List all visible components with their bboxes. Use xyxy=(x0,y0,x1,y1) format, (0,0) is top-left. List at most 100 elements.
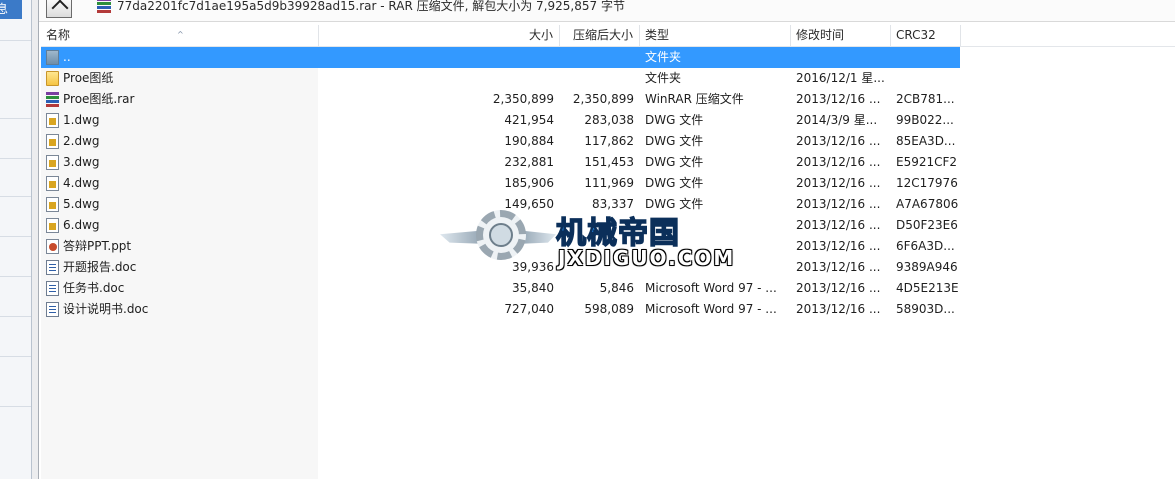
folder-icon xyxy=(46,71,59,86)
watermark-logo: 机械帝国 JXDIGUO.COM xyxy=(440,206,740,272)
file-modified: 2014/3/9 星... xyxy=(796,113,878,127)
file-modified: 2013/12/16 ... xyxy=(796,197,881,211)
file-name: 2.dwg xyxy=(63,134,100,148)
doc-file-icon xyxy=(46,260,59,275)
file-type: DWG 文件 xyxy=(645,155,704,169)
file-crc32 xyxy=(896,47,960,68)
column-crc32[interactable]: CRC32 xyxy=(891,25,961,46)
file-crc32: 2CB781... xyxy=(896,92,955,106)
file-name: 1.dwg xyxy=(63,113,100,127)
column-name-label: 名称 xyxy=(46,28,71,42)
file-modified: 2013/12/16 ... xyxy=(796,239,881,253)
file-name: 开题报告.doc xyxy=(63,260,137,274)
file-name: 6.dwg xyxy=(63,218,100,232)
divider xyxy=(0,158,31,159)
divider xyxy=(0,40,31,41)
left-tree-panel[interactable]: 息 xyxy=(0,0,32,479)
file-size: 727,040 xyxy=(504,302,554,316)
file-type: DWG 文件 xyxy=(645,134,704,148)
file-row[interactable]: .. 文件夹 xyxy=(41,47,960,68)
dwg-file-icon xyxy=(46,113,59,128)
file-row[interactable]: Proe图纸 文件夹 2016/12/1 星... xyxy=(41,68,960,89)
file-crc32 xyxy=(896,68,960,89)
dwg-file-icon xyxy=(46,134,59,149)
watermark-en-text: JXDIGUO.COM xyxy=(558,246,736,270)
file-crc32: 58903D... xyxy=(896,302,955,316)
file-name: 任务书.doc xyxy=(63,281,125,295)
doc-file-icon xyxy=(46,302,59,317)
file-name: Proe图纸 xyxy=(63,71,114,85)
file-modified: 2013/12/16 ... xyxy=(796,302,881,316)
divider xyxy=(0,118,31,119)
file-crc32: E5921CF2 xyxy=(896,155,958,169)
divider xyxy=(0,406,31,407)
doc-file-icon xyxy=(46,281,59,296)
file-name: 5.dwg xyxy=(63,197,100,211)
file-row[interactable]: 任务书.doc 35,840 5,846 Microsoft Word 97 - ..… xyxy=(41,278,960,299)
pane-splitter[interactable] xyxy=(32,0,39,479)
file-name: 4.dwg xyxy=(63,176,100,190)
file-type: Microsoft Word 97 - ... xyxy=(645,281,777,295)
file-row[interactable]: 3.dwg 232,881 151,453 DWG 文件 2013/12/16 ... E… xyxy=(41,152,960,173)
left-panel-tab[interactable]: 息 xyxy=(0,0,22,19)
file-crc32: 9389A946 xyxy=(896,260,958,274)
column-name[interactable]: 名称 ^ xyxy=(41,25,319,46)
up-folder-button[interactable] xyxy=(46,0,72,18)
file-type: 文件夹 xyxy=(645,50,682,64)
file-name: Proe图纸.rar xyxy=(63,92,135,106)
file-modified: 2016/12/1 星... xyxy=(796,71,885,85)
file-modified: 2013/12/16 ... xyxy=(796,176,881,190)
column-packed-size[interactable]: 压缩后大小 xyxy=(560,25,640,46)
divider xyxy=(0,196,31,197)
file-packed-size: 5,846 xyxy=(599,281,634,295)
file-size xyxy=(319,47,554,68)
up-arrow-icon xyxy=(51,0,69,17)
file-modified: 2013/12/16 ... xyxy=(796,134,881,148)
file-name: 答辩PPT.ppt xyxy=(63,239,132,253)
dwg-file-icon xyxy=(46,155,59,170)
file-name: 3.dwg xyxy=(63,155,100,169)
file-type: 文件夹 xyxy=(645,71,682,85)
file-size: 35,840 xyxy=(512,281,554,295)
file-crc32: 12C17976 xyxy=(896,176,958,190)
address-bar: 77da2201fc7d1ae195a5d9b39928ad15.rar - R… xyxy=(39,0,1175,22)
file-packed-size: 117,862 xyxy=(584,134,634,148)
column-size[interactable]: 大小 xyxy=(319,25,560,46)
dwg-file-icon xyxy=(46,176,59,191)
divider xyxy=(0,276,31,277)
file-packed-size xyxy=(555,47,634,68)
column-header: 名称 ^ 大小 压缩后大小 类型 修改时间 CRC32 xyxy=(41,25,1175,47)
dwg-file-icon xyxy=(46,197,59,212)
file-crc32: 99B022... xyxy=(896,113,954,127)
column-modified[interactable]: 修改时间 xyxy=(791,25,891,46)
parent-folder-icon xyxy=(46,50,59,65)
file-packed-size: 2,350,899 xyxy=(572,92,634,106)
rar-archive-icon xyxy=(97,0,111,13)
divider xyxy=(0,236,31,237)
file-type: WinRAR 压缩文件 xyxy=(645,92,744,106)
file-row[interactable]: 设计说明书.doc 727,040 598,089 Microsoft Word 97… xyxy=(41,299,960,320)
rar-archive-icon xyxy=(46,92,59,107)
file-size: 421,954 xyxy=(504,113,554,127)
file-size: 2,350,899 xyxy=(492,92,554,106)
file-type: Microsoft Word 97 - ... xyxy=(645,302,777,316)
divider xyxy=(0,316,31,317)
file-size: 232,881 xyxy=(504,155,554,169)
dwg-file-icon xyxy=(46,218,59,233)
file-packed-size xyxy=(555,68,634,89)
file-size: 190,884 xyxy=(504,134,554,148)
file-packed-size: 111,969 xyxy=(584,176,634,190)
file-size: 185,906 xyxy=(504,176,554,190)
file-crc32: D50F23E6 xyxy=(896,218,958,232)
file-row[interactable]: 4.dwg 185,906 111,969 DWG 文件 2013/12/16 ... 1… xyxy=(41,173,960,194)
file-modified xyxy=(796,47,892,68)
file-row[interactable]: 1.dwg 421,954 283,038 DWG 文件 2014/3/9 星... 99… xyxy=(41,110,960,131)
file-type: DWG 文件 xyxy=(645,176,704,190)
sort-ascending-icon: ^ xyxy=(177,30,184,39)
column-type[interactable]: 类型 xyxy=(640,25,791,46)
file-type: DWG 文件 xyxy=(645,113,704,127)
file-modified: 2013/12/16 ... xyxy=(796,218,881,232)
file-name: 设计说明书.doc xyxy=(63,302,149,316)
file-row[interactable]: Proe图纸.rar 2,350,899 2,350,899 WinRAR 压缩文件 2… xyxy=(41,89,960,110)
file-row[interactable]: 2.dwg 190,884 117,862 DWG 文件 2013/12/16 ... 8… xyxy=(41,131,960,152)
